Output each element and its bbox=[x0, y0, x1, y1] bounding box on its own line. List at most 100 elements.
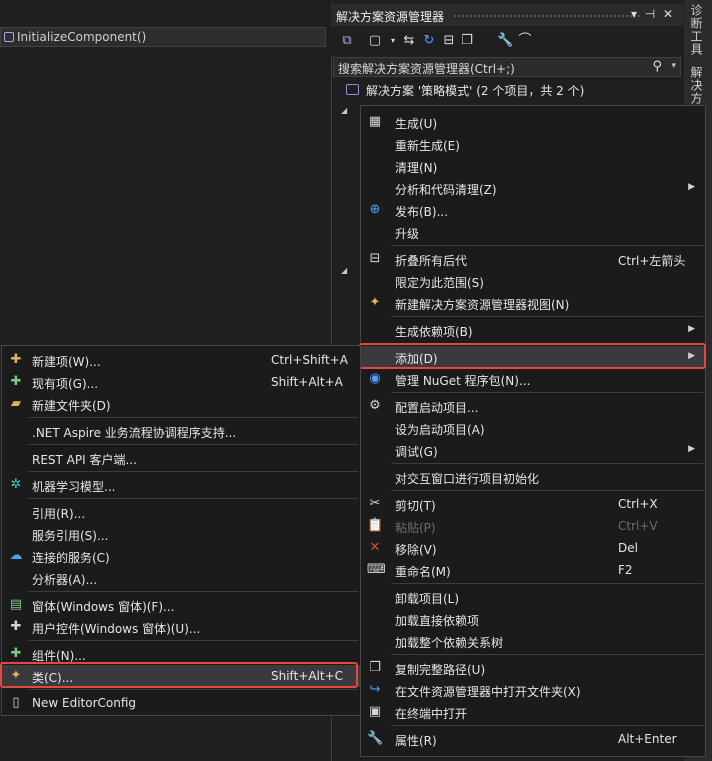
collapse-all-icon[interactable]: ⊟ bbox=[441, 33, 457, 49]
menu-item-label: 限定为此范围(S) bbox=[395, 276, 484, 290]
menu-item-label: REST API 客户端... bbox=[32, 453, 137, 467]
menu-item-label: 升级 bbox=[395, 227, 420, 241]
menu-item-load-dep-tree[interactable]: 加载整个依赖关系树 bbox=[361, 630, 705, 652]
menu-separator bbox=[391, 316, 703, 317]
pin-icon[interactable]: ⊣ bbox=[643, 7, 657, 21]
menu-item-publish[interactable]: ⊕ 发布(B)... bbox=[361, 199, 705, 221]
menu-item-load-direct-deps[interactable]: 加载直接依赖项 bbox=[361, 608, 705, 630]
menu-separator bbox=[28, 640, 358, 641]
menu-item-label: 移除(V) bbox=[395, 543, 437, 557]
open-folder-icon: ↪ bbox=[369, 682, 381, 697]
menu-item-open-in-explorer[interactable]: ↪ 在文件资源管理器中打开文件夹(X) bbox=[361, 679, 705, 701]
menu-separator bbox=[28, 498, 358, 499]
menu-item-scope-to-this[interactable]: 限定为此范围(S) bbox=[361, 270, 705, 292]
menu-item-set-startup[interactable]: 设为启动项目(A) bbox=[361, 417, 705, 439]
menu-item-configure-startup[interactable]: ⚙ 配置启动项目... bbox=[361, 395, 705, 417]
windows-form-icon: ▤ bbox=[9, 597, 23, 612]
gear-icon: ⚙ bbox=[369, 398, 381, 413]
tab-diagnostic-tools[interactable]: 诊断工具 bbox=[688, 4, 705, 56]
menu-item-label: 新建解决方案资源管理器视图(N) bbox=[395, 298, 570, 312]
menu-item-rename[interactable]: ⌨ 重命名(M) F2 bbox=[361, 559, 705, 581]
highlight-box-class bbox=[0, 662, 358, 688]
menu-separator bbox=[391, 490, 703, 491]
menu-item-open-in-terminal[interactable]: ▣ 在终端中打开 bbox=[361, 701, 705, 723]
close-icon[interactable]: ✕ bbox=[661, 7, 675, 21]
menu-item-label: 清理(N) bbox=[395, 161, 438, 175]
menu-item-existing-item[interactable]: ✚ 现有项(G)... Shift+Alt+A bbox=[2, 371, 360, 393]
menu-item-collapse-descendants[interactable]: ⊟ 折叠所有后代 Ctrl+左箭头 bbox=[361, 248, 705, 270]
menu-item-properties[interactable]: 🔧 属性(R) Alt+Enter bbox=[361, 728, 705, 750]
menu-item-label: 管理 NuGet 程序包(N)... bbox=[395, 374, 531, 388]
switch-view-icon[interactable]: ⧉ bbox=[339, 33, 355, 49]
menu-item-build-dependencies[interactable]: 生成依赖项(B) ▶ bbox=[361, 319, 705, 341]
menu-item-label: 引用(R)... bbox=[32, 507, 86, 521]
expand-triangle-icon[interactable]: ◢ bbox=[341, 266, 347, 275]
menu-item-shortcut: Del bbox=[618, 541, 638, 555]
menu-item-label: 发布(B)... bbox=[395, 205, 449, 219]
menu-item-build[interactable]: ▦ 生成(U) bbox=[361, 111, 705, 133]
delete-icon: ✕ bbox=[369, 540, 381, 555]
menu-item-new-folder[interactable]: ▰ 新建文件夹(D) bbox=[2, 393, 360, 415]
menu-separator bbox=[391, 392, 703, 393]
menu-item-reference[interactable]: 引用(R)... bbox=[2, 501, 360, 523]
menu-item-user-control[interactable]: ✚ 用户控件(Windows 窗体)(U)... bbox=[2, 616, 360, 638]
menu-item-shortcut: Shift+Alt+A bbox=[271, 375, 343, 389]
wrench-icon[interactable]: 🔧 bbox=[497, 33, 513, 49]
menu-item-label: 复制完整路径(U) bbox=[395, 663, 486, 677]
menu-item-rest-api-client[interactable]: REST API 客户端... bbox=[2, 447, 360, 469]
menu-item-analyze[interactable]: 分析和代码清理(Z) ▶ bbox=[361, 177, 705, 199]
menu-item-interactive-init[interactable]: 对交互窗口进行项目初始化 bbox=[361, 466, 705, 488]
search-input[interactable]: 搜索解决方案资源管理器(Ctrl+;) ⚲ ▾ bbox=[333, 57, 681, 77]
menu-item-analyzer[interactable]: 分析器(A)... bbox=[2, 567, 360, 589]
collapse-icon: ⊟ bbox=[369, 251, 381, 266]
chevron-down-icon[interactable]: ▾ bbox=[671, 61, 676, 71]
menu-item-aspire[interactable]: .NET Aspire 业务流程协调程序支持... bbox=[2, 420, 360, 442]
menu-item-connected-service[interactable]: ☁ 连接的服务(C) bbox=[2, 545, 360, 567]
menu-item-ml-model[interactable]: ✲ 机器学习模型... bbox=[2, 474, 360, 496]
menu-item-shortcut: Ctrl+X bbox=[618, 497, 658, 511]
menu-item-label: 用户控件(Windows 窗体)(U)... bbox=[32, 622, 201, 636]
menu-separator bbox=[28, 417, 358, 418]
menu-item-new-editorconfig[interactable]: ▯ New EditorConfig bbox=[2, 692, 360, 714]
menu-item-label: 新建文件夹(D) bbox=[32, 399, 111, 413]
new-item-icon: ✚ bbox=[10, 352, 22, 367]
scissors-icon: ✂ bbox=[369, 496, 381, 511]
menu-item-copy-full-path[interactable]: ❐ 复制完整路径(U) bbox=[361, 657, 705, 679]
menu-item-new-item[interactable]: ✚ 新建项(W)... Ctrl+Shift+A bbox=[2, 349, 360, 371]
menu-item-label: 设为启动项目(A) bbox=[395, 423, 485, 437]
existing-item-icon: ✚ bbox=[10, 374, 22, 389]
preview-icon[interactable]: ⌒ bbox=[517, 33, 533, 49]
show-all-files-icon[interactable]: ❐ bbox=[459, 33, 475, 49]
search-icon[interactable]: ⚲ bbox=[652, 59, 662, 74]
menu-item-label: 连接的服务(C) bbox=[32, 551, 110, 565]
menu-item-paste[interactable]: 📋 粘贴(P) Ctrl+V bbox=[361, 515, 705, 537]
member-dropdown[interactable]: InitializeComponent() bbox=[0, 27, 326, 47]
menu-item-cut[interactable]: ✂ 剪切(T) Ctrl+X bbox=[361, 493, 705, 515]
menu-item-manage-nuget[interactable]: ◉ 管理 NuGet 程序包(N)... bbox=[361, 368, 705, 390]
menu-item-debug[interactable]: 调试(G) ▶ bbox=[361, 439, 705, 461]
menu-item-shortcut: Alt+Enter bbox=[618, 732, 677, 746]
new-file-icon[interactable]: ▢ bbox=[367, 33, 383, 49]
globe-icon: ⊕ bbox=[369, 202, 381, 217]
menu-item-remove[interactable]: ✕ 移除(V) Del bbox=[361, 537, 705, 559]
menu-item-upgrade[interactable]: 升级 bbox=[361, 221, 705, 243]
menu-item-windows-form[interactable]: ▤ 窗体(Windows 窗体)(F)... bbox=[2, 594, 360, 616]
menu-item-label: 窗体(Windows 窗体)(F)... bbox=[32, 600, 175, 614]
menu-item-unload-project[interactable]: 卸载项目(L) bbox=[361, 586, 705, 608]
paste-icon: 📋 bbox=[367, 518, 384, 533]
sync-icon[interactable]: ⇆ bbox=[401, 33, 417, 49]
connected-service-icon: ☁ bbox=[9, 548, 23, 563]
expand-triangle-icon[interactable]: ◢ bbox=[341, 106, 347, 115]
menu-item-new-view[interactable]: ✦ 新建解决方案资源管理器视图(N) bbox=[361, 292, 705, 314]
menu-item-rebuild[interactable]: 重新生成(E) bbox=[361, 133, 705, 155]
refresh-icon[interactable]: ↻ bbox=[421, 33, 437, 49]
menu-item-clean[interactable]: 清理(N) bbox=[361, 155, 705, 177]
drag-handle[interactable] bbox=[453, 14, 641, 18]
chevron-down-icon[interactable]: ▾ bbox=[385, 33, 401, 49]
submenu-arrow-icon: ▶ bbox=[688, 324, 695, 334]
window-position-dropdown-icon[interactable]: ▾ bbox=[627, 7, 641, 21]
highlight-box-add bbox=[359, 343, 706, 369]
menu-item-label: 折叠所有后代 bbox=[395, 254, 468, 268]
menu-separator bbox=[391, 654, 703, 655]
menu-item-service-reference[interactable]: 服务引用(S)... bbox=[2, 523, 360, 545]
